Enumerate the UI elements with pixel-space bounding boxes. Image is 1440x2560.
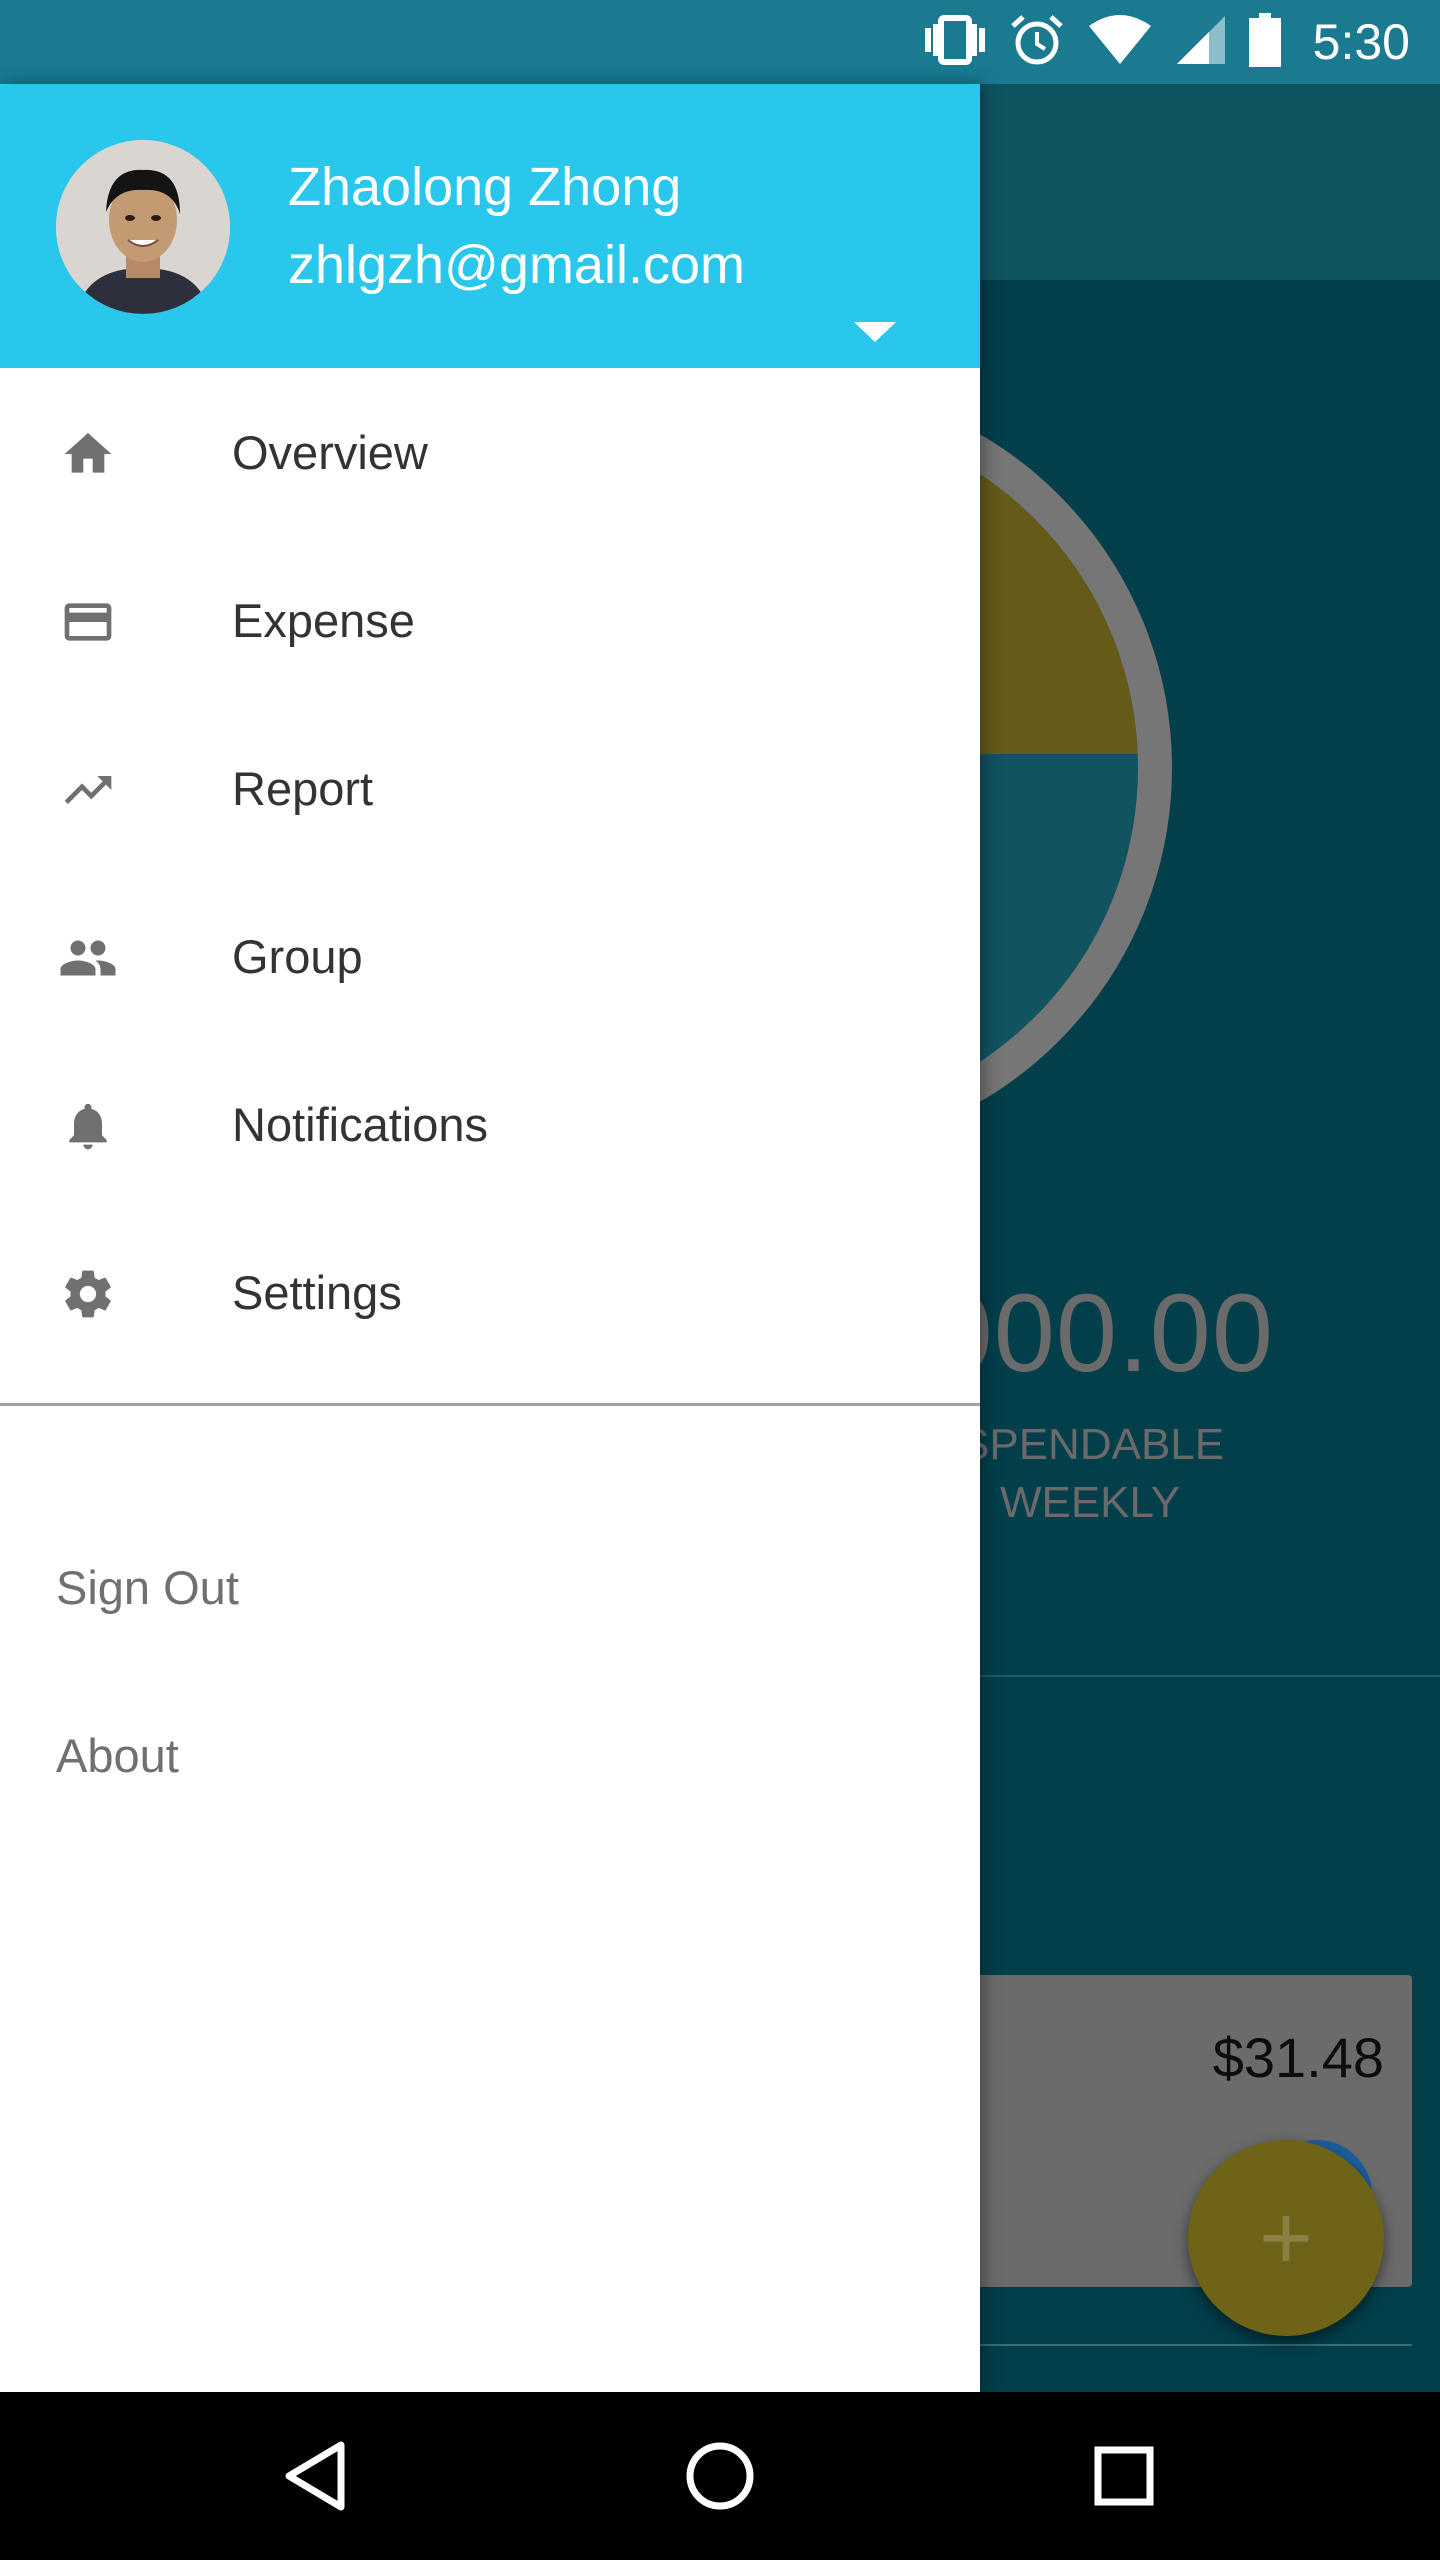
- menu-item-label: Notifications: [232, 1097, 488, 1151]
- status-time: 5:30: [1312, 14, 1410, 70]
- menu-item-settings[interactable]: Settings: [0, 1208, 980, 1376]
- drawer-divider: [0, 1403, 980, 1406]
- user-name: Zhaolong Zhong: [288, 157, 682, 217]
- menu-item-expense[interactable]: Expense: [0, 536, 980, 704]
- about-item[interactable]: About: [0, 1688, 980, 1828]
- credit-card-icon: [58, 594, 118, 650]
- signal-icon: [1175, 14, 1227, 71]
- menu-item-label: Settings: [232, 1265, 402, 1319]
- recents-icon: [1094, 2446, 1154, 2506]
- system-nav-bar: [0, 2392, 1440, 2560]
- trending-up-icon: [58, 762, 118, 818]
- add-expense-fab[interactable]: +: [1188, 2140, 1384, 2336]
- account-dropdown-toggle[interactable]: [850, 316, 900, 346]
- battery-icon: [1248, 12, 1281, 72]
- background-divider-bottom: [980, 2344, 1412, 2346]
- back-icon: [285, 2441, 345, 2511]
- alarm-icon: [1009, 12, 1065, 73]
- spendable-label-line1: SPENDABLE: [960, 1420, 1225, 1469]
- background-divider: [980, 1675, 1440, 1677]
- menu-item-overview[interactable]: Overview: [0, 368, 980, 536]
- back-button[interactable]: [266, 2426, 366, 2526]
- menu-item-group[interactable]: Group: [0, 872, 980, 1040]
- menu-item-label: Expense: [232, 593, 415, 647]
- sign-out-label: Sign Out: [56, 1561, 239, 1614]
- recents-button[interactable]: [1074, 2426, 1174, 2526]
- menu-item-label: Report: [232, 761, 374, 815]
- menu-item-label: Overview: [232, 425, 428, 479]
- wifi-icon: [1087, 14, 1153, 71]
- vibrate-icon: [923, 14, 987, 71]
- drawer-header: Zhaolong Zhong zhlgzh@gmail.com: [0, 84, 980, 368]
- sign-out-item[interactable]: Sign Out: [0, 1520, 980, 1660]
- group-icon: [58, 930, 118, 986]
- navigation-drawer: Zhaolong Zhong zhlgzh@gmail.com Overview…: [0, 84, 980, 2392]
- bell-icon: [58, 1098, 118, 1154]
- home-button[interactable]: [670, 2426, 770, 2526]
- expense-card-amount: $31.48: [1212, 2026, 1384, 2089]
- chevron-down-icon: [854, 322, 896, 342]
- gear-icon: [58, 1266, 118, 1322]
- plus-icon: +: [1259, 2187, 1313, 2289]
- spendable-label-line2: WEEKLY: [999, 1478, 1181, 1527]
- avatar[interactable]: [56, 140, 230, 314]
- user-email: zhlgzh@gmail.com: [288, 235, 745, 295]
- menu-item-label: Group: [232, 929, 363, 983]
- status-bar: 5:30: [0, 0, 1440, 84]
- menu-item-notifications[interactable]: Notifications: [0, 1040, 980, 1208]
- menu-item-report[interactable]: Report: [0, 704, 980, 872]
- drawer-menu: Overview Expense Report Group Notificati…: [0, 368, 980, 1376]
- home-circle-icon: [686, 2442, 754, 2510]
- spendable-label: SPENDABLE WEEKLY: [960, 1416, 1225, 1532]
- home-icon: [58, 426, 118, 482]
- about-label: About: [56, 1729, 179, 1782]
